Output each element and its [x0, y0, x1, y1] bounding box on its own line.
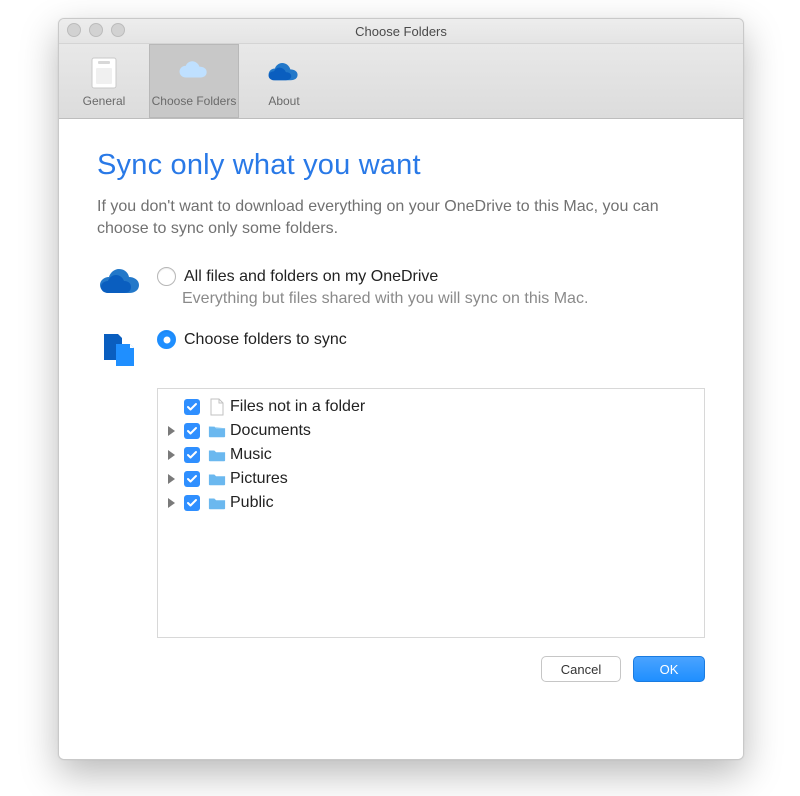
tree-row-files-not-in-folder[interactable]: Files not in a folder — [162, 395, 700, 419]
tab-about[interactable]: About — [239, 44, 329, 118]
tree-row-music[interactable]: Music — [162, 443, 700, 467]
page-headline: Sync only what you want — [97, 149, 705, 182]
tab-choose-folders-label: Choose Folders — [152, 94, 237, 108]
option-choose-row: Choose folders to sync — [97, 330, 705, 370]
zoom-window-button[interactable] — [111, 23, 125, 37]
folder-tree[interactable]: Files not in a folder Documents — [157, 388, 705, 638]
checkbox-files-not-in-folder[interactable] — [184, 399, 200, 415]
content-pane: Sync only what you want If you don't wan… — [59, 119, 743, 759]
page-description: If you don't want to download everything… — [97, 196, 705, 239]
onedrive-icon — [265, 54, 303, 92]
option-all-label: All files and folders on my OneDrive — [184, 268, 438, 286]
tree-row-pictures[interactable]: Pictures — [162, 467, 700, 491]
tree-row-public[interactable]: Public — [162, 491, 700, 515]
disclosure-triangle-icon[interactable] — [168, 474, 175, 484]
dialog-footer: Cancel OK — [97, 638, 705, 684]
cancel-button[interactable]: Cancel — [541, 656, 621, 682]
checkbox-documents[interactable] — [184, 423, 200, 439]
window-controls — [67, 23, 125, 37]
tab-about-label: About — [268, 94, 299, 108]
tree-row-documents[interactable]: Documents — [162, 419, 700, 443]
onedrive-cloud-icon — [97, 267, 143, 299]
files-icon — [97, 330, 143, 370]
ok-button-label: OK — [660, 662, 679, 677]
tree-row-label: Public — [230, 494, 274, 512]
checkbox-music[interactable] — [184, 447, 200, 463]
folder-icon — [208, 447, 226, 463]
preferences-toolbar: General Choose Folders About — [59, 44, 743, 119]
folder-icon — [208, 471, 226, 487]
tree-row-label: Files not in a folder — [230, 398, 365, 416]
close-window-button[interactable] — [67, 23, 81, 37]
cloud-folder-icon — [175, 54, 213, 92]
tab-choose-folders[interactable]: Choose Folders — [149, 44, 239, 118]
preferences-window: Choose Folders General Choose Folders — [58, 18, 744, 760]
radio-all-files[interactable] — [157, 267, 176, 286]
option-all-description: Everything but files shared with you wil… — [182, 290, 705, 308]
tab-general-label: General — [83, 94, 126, 108]
ok-button[interactable]: OK — [633, 656, 705, 682]
titlebar: Choose Folders — [59, 19, 743, 44]
disclosure-triangle-icon[interactable] — [168, 498, 175, 508]
tree-row-label: Documents — [230, 422, 311, 440]
disclosure-triangle-icon[interactable] — [168, 450, 175, 460]
radio-choose-folders[interactable] — [157, 330, 176, 349]
tree-row-label: Pictures — [230, 470, 288, 488]
checkbox-pictures[interactable] — [184, 471, 200, 487]
cancel-button-label: Cancel — [561, 662, 601, 677]
option-all-radio-row[interactable]: All files and folders on my OneDrive — [157, 267, 705, 286]
general-icon — [85, 54, 123, 92]
file-icon — [208, 398, 226, 416]
checkbox-public[interactable] — [184, 495, 200, 511]
option-all-row: All files and folders on my OneDrive Eve… — [97, 267, 705, 308]
tree-row-label: Music — [230, 446, 272, 464]
minimize-window-button[interactable] — [89, 23, 103, 37]
option-choose-label: Choose folders to sync — [184, 331, 347, 349]
folder-icon — [208, 495, 226, 511]
tab-general[interactable]: General — [59, 44, 149, 118]
window-title: Choose Folders — [355, 24, 447, 39]
option-choose-radio-row[interactable]: Choose folders to sync — [157, 330, 705, 349]
folder-icon — [208, 423, 226, 439]
disclosure-triangle-icon[interactable] — [168, 426, 175, 436]
